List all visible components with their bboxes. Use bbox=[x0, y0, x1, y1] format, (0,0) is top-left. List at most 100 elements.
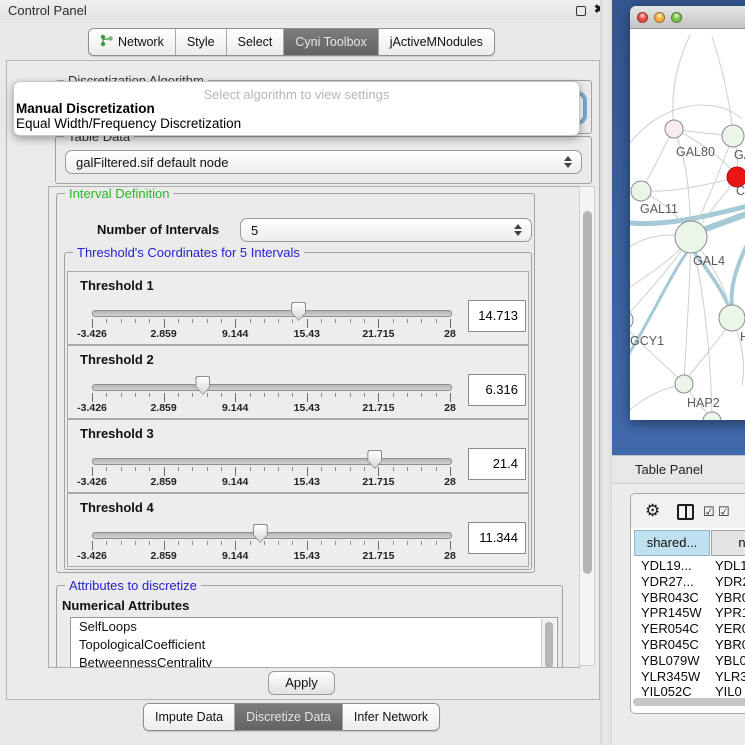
algorithm-placeholder: Select algorithm to view settings bbox=[14, 87, 579, 102]
table-panel-header: Table Panel bbox=[612, 455, 745, 484]
node-label: GAL11 bbox=[640, 202, 678, 216]
tab-infer-network[interactable]: Infer Network bbox=[342, 704, 439, 730]
tab-cyni-toolbox[interactable]: Cyni Toolbox bbox=[283, 29, 377, 55]
scale-label: 9.144 bbox=[205, 550, 265, 562]
settings-scroll-area: Interval Definition Number of Intervals … bbox=[48, 186, 580, 668]
attribute-item-topologicalcoefficient[interactable]: TopologicalCoefficient bbox=[71, 636, 557, 654]
table-row[interactable]: YPR145WYPR1 bbox=[631, 605, 745, 621]
slider-track[interactable] bbox=[92, 532, 452, 539]
column-header-shared-[interactable]: shared... bbox=[634, 530, 710, 556]
float-window-icon[interactable] bbox=[576, 6, 586, 16]
threshold-value-field[interactable]: 11.344 bbox=[468, 522, 526, 554]
network-node[interactable] bbox=[675, 221, 707, 253]
threshold-value-field[interactable]: 6.316 bbox=[468, 374, 526, 406]
tab-label: Discretize Data bbox=[246, 710, 331, 724]
scrollbar-thumb[interactable] bbox=[583, 211, 592, 574]
cell-shared-name: YBL079W bbox=[641, 653, 700, 668]
zoom-button[interactable] bbox=[671, 12, 682, 23]
bottom-tab-bar: Impute Data Discretize Data Infer Network bbox=[143, 703, 440, 731]
scale-label: 2.859 bbox=[134, 402, 194, 414]
network-node[interactable] bbox=[719, 305, 745, 331]
network-node[interactable] bbox=[630, 310, 633, 330]
algorithm-option-manual-discretization[interactable]: Manual Discretization bbox=[16, 101, 155, 116]
top-tab-bar: Network Style Select Cyni Toolbox jActiveMNo… bbox=[88, 28, 495, 56]
table-row[interactable]: YBL079WYBL0 bbox=[631, 653, 745, 669]
checkbox-icon[interactable]: ☑ bbox=[718, 504, 730, 520]
column-header-n[interactable]: n bbox=[711, 530, 745, 556]
group-title: Interval Definition bbox=[65, 186, 173, 201]
network-node[interactable] bbox=[631, 181, 651, 201]
node-label: HAP2 bbox=[687, 396, 720, 410]
table-row[interactable]: YDR27...YDR2 bbox=[631, 574, 745, 590]
table-row[interactable]: YBR045CYBR0 bbox=[631, 637, 745, 653]
attribute-item-betweennesscentrality[interactable]: BetweennessCentrality bbox=[71, 654, 557, 668]
network-node[interactable] bbox=[722, 125, 744, 147]
cell-shared-name: YPR145W bbox=[641, 605, 702, 620]
threshold-panel-1: Threshold 1-3.4262.8599.14415.4321.71528… bbox=[67, 271, 529, 345]
table-row[interactable]: YLR345WYLR3 bbox=[631, 669, 745, 685]
node-label: GAL80 bbox=[676, 145, 715, 159]
attributes-scrollbar[interactable] bbox=[541, 619, 556, 668]
threshold-label: Threshold 3 bbox=[80, 426, 154, 441]
vertical-scrollbar[interactable] bbox=[579, 186, 595, 666]
cell-name: YBR0 bbox=[715, 637, 745, 652]
slider-track[interactable] bbox=[92, 310, 452, 317]
network-node[interactable] bbox=[703, 412, 721, 420]
panel-divider[interactable] bbox=[600, 0, 612, 745]
tab-impute-data[interactable]: Impute Data bbox=[144, 704, 234, 730]
network-node[interactable] bbox=[675, 375, 693, 393]
cell-shared-name: YDL19... bbox=[641, 558, 692, 573]
algorithm-dropdown-popup: Select algorithm to view settings Manual… bbox=[13, 81, 580, 136]
group-title: Attributes to discretize bbox=[65, 578, 201, 593]
panel-title: Control Panel bbox=[8, 3, 87, 18]
table-toolbar: ⚙ ☑☑ bbox=[631, 494, 745, 528]
network-window-titlebar[interactable] bbox=[630, 6, 745, 29]
close-button[interactable] bbox=[637, 12, 648, 23]
tab-select[interactable]: Select bbox=[226, 29, 284, 55]
network-node[interactable] bbox=[665, 120, 683, 138]
horizontal-scrollbar[interactable] bbox=[633, 698, 745, 706]
table-data-combo[interactable]: galFiltered.sif default node bbox=[65, 150, 582, 174]
number-of-intervals-combo[interactable]: 5 bbox=[240, 218, 532, 242]
slider-track[interactable] bbox=[92, 458, 452, 465]
attribute-item-selfloops[interactable]: SelfLoops bbox=[71, 618, 557, 636]
tab-jactivemnodules[interactable]: jActiveMNodules bbox=[378, 29, 494, 55]
scale-label: -3.426 bbox=[62, 550, 122, 562]
table-row[interactable]: YER054CYER0 bbox=[631, 621, 745, 637]
apply-button[interactable]: Apply bbox=[268, 671, 335, 695]
interval-definition-group: Interval Definition Number of Intervals … bbox=[56, 193, 535, 573]
threshold-value-field[interactable]: 14.713 bbox=[468, 300, 526, 332]
scale-label: -3.426 bbox=[62, 328, 122, 340]
columns-icon[interactable] bbox=[677, 504, 694, 520]
tab-label: Select bbox=[238, 35, 273, 49]
table-row[interactable]: YBR043CYBR0 bbox=[631, 590, 745, 606]
network-icon bbox=[100, 34, 113, 50]
scale-label: -3.426 bbox=[62, 402, 122, 414]
stepper-icon bbox=[564, 156, 572, 168]
table-row[interactable]: YDL19...YDL1 bbox=[631, 558, 745, 574]
tab-network[interactable]: Network bbox=[89, 29, 175, 55]
tab-label: jActiveMNodules bbox=[390, 35, 483, 49]
algorithm-option-equal-width-frequency-discretization[interactable]: Equal Width/Frequency Discretization bbox=[16, 116, 241, 131]
network-canvas[interactable]: GAL80GACGAL11GAL4HGCY1HAP2 bbox=[630, 29, 745, 420]
control-panel: Control Panel ✖ NetworkStyleSelectCyni T… bbox=[0, 0, 608, 745]
checkbox-icon[interactable]: ☑ bbox=[703, 504, 715, 520]
screen: { "panel": {"title": "Control Panel", "c… bbox=[0, 0, 745, 745]
cell-name: YER0 bbox=[715, 621, 745, 636]
cell-shared-name: YLR345W bbox=[641, 669, 700, 684]
minimize-button[interactable] bbox=[654, 12, 665, 23]
cell-shared-name: YBR043C bbox=[641, 590, 699, 605]
network-edge bbox=[630, 323, 684, 383]
tab-discretize-data[interactable]: Discretize Data bbox=[234, 704, 342, 730]
scale-label: 2.859 bbox=[134, 476, 194, 488]
scale-label: 15.43 bbox=[277, 328, 337, 340]
gear-icon[interactable]: ⚙ bbox=[645, 501, 660, 521]
tab-label: Network bbox=[118, 35, 164, 49]
threshold-value-field[interactable]: 21.4 bbox=[468, 448, 526, 480]
network-edge bbox=[732, 235, 745, 313]
slider-scale-labels: -3.4262.8599.14415.4321.71528 bbox=[92, 476, 451, 488]
slider-scale-labels: -3.4262.8599.14415.4321.71528 bbox=[92, 550, 451, 562]
scale-label: -3.426 bbox=[62, 476, 122, 488]
tab-style[interactable]: Style bbox=[175, 29, 226, 55]
slider-track[interactable] bbox=[92, 384, 452, 391]
